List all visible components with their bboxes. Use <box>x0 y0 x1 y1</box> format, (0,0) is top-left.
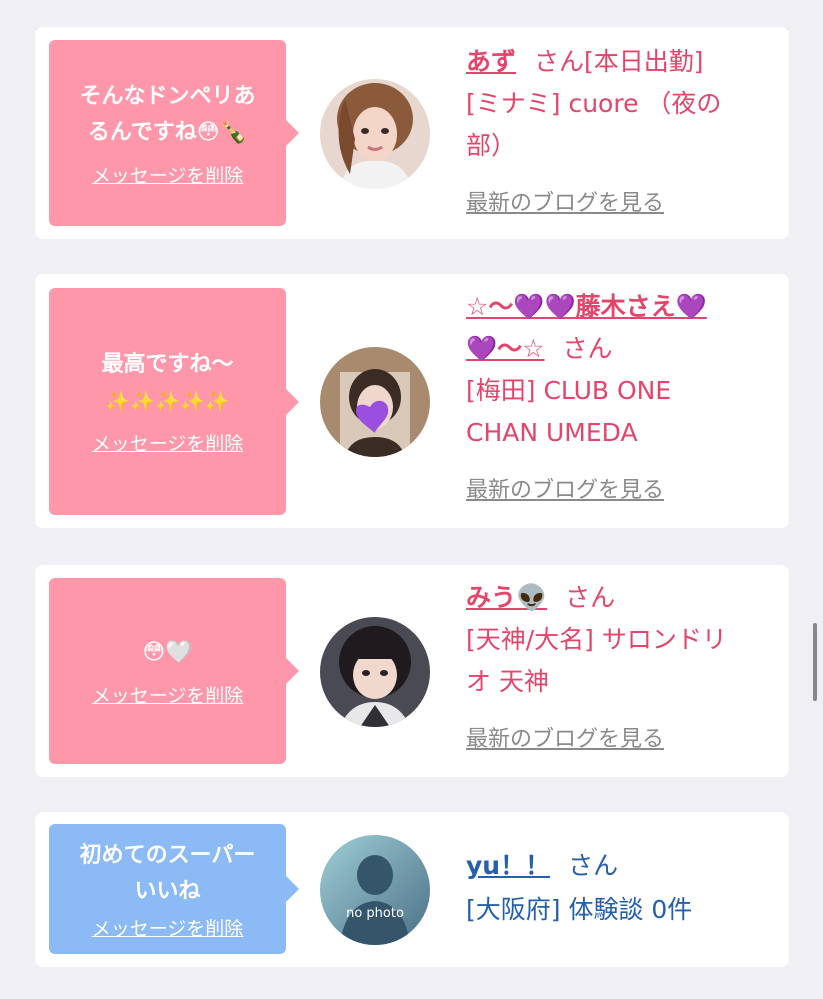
message-bubble: そんなドンペリあ るんですね😳🍾 メッセージを削除 <box>49 40 299 226</box>
avatar[interactable] <box>320 347 430 457</box>
avatar[interactable] <box>320 617 430 727</box>
cast-name-link[interactable]: あず <box>466 47 516 76</box>
cast-info: あず さん[本日出勤] [ミナミ] cuore （夜の 部） 最新のブログを見る <box>466 41 776 217</box>
shop-name: [梅田] CLUB ONE CHAN UMEDA <box>466 376 672 447</box>
delete-message-link[interactable]: メッセージを削除 <box>92 161 244 188</box>
message-text: そんなドンペリあ るんですね😳🍾 <box>79 83 256 145</box>
message-text: 最高ですね〜 ✨✨✨✨✨ <box>101 352 234 413</box>
cast-info: yu！！ さん [大阪府] 体験談 0件 <box>466 845 776 931</box>
message-bubble: 最高ですね〜 ✨✨✨✨✨ メッセージを削除 <box>49 288 299 515</box>
user-name-link[interactable]: yu！！ <box>466 851 550 880</box>
scrollbar[interactable] <box>813 623 817 701</box>
avatar[interactable] <box>320 79 430 189</box>
message-bubble: 初めてのスーパー いいね メッセージを削除 <box>49 824 299 954</box>
cast-name-link[interactable]: みう👽 <box>466 583 547 612</box>
latest-blog-link[interactable]: 最新のブログを見る <box>466 185 776 217</box>
latest-blog-link[interactable]: 最新のブログを見る <box>466 472 776 504</box>
message-text: 😳🤍 <box>142 639 193 665</box>
cast-info: ☆〜💜💜藤木さえ💜 💜〜☆ さん [梅田] CLUB ONE CHAN UMEDA … <box>466 286 776 504</box>
avatar[interactable]: no photo <box>320 835 430 945</box>
san-label: さん <box>562 334 613 363</box>
san-label: さん[本日出勤] <box>534 47 704 76</box>
shop-name: [ミナミ] cuore （夜の 部） <box>466 89 722 160</box>
notification-card-2: 最高ですね〜 ✨✨✨✨✨ メッセージを削除 ☆〜💜💜藤木さえ💜 💜〜☆ さん [梅田… <box>35 274 789 528</box>
no-photo-label: no photo <box>346 906 404 921</box>
latest-blog-link[interactable]: 最新のブログを見る <box>466 721 776 753</box>
notification-card-1: そんなドンペリあ るんですね😳🍾 メッセージを削除 あず さん[本日出勤] [ミナ… <box>35 27 789 239</box>
san-label: さん <box>568 851 619 880</box>
notification-card-3: 😳🤍 メッセージを削除 みう👽 さん [天神/大名] サロンドリ オ 天神 最新の… <box>35 565 789 777</box>
shop-name: [天神/大名] サロンドリ オ 天神 <box>466 625 727 696</box>
cast-info: みう👽 さん [天神/大名] サロンドリ オ 天神 最新のブログを見る <box>466 577 776 753</box>
delete-message-link[interactable]: メッセージを削除 <box>92 429 244 456</box>
user-area-reviews: [大阪府] 体験談 0件 <box>466 895 693 924</box>
delete-message-link[interactable]: メッセージを削除 <box>92 914 244 941</box>
san-label: さん <box>565 583 616 612</box>
notification-card-4: 初めてのスーパー いいね メッセージを削除 no photo yu！！ さん [大… <box>35 812 789 967</box>
message-text: 初めてのスーパー いいね <box>79 842 256 904</box>
message-bubble: 😳🤍 メッセージを削除 <box>49 578 299 764</box>
delete-message-link[interactable]: メッセージを削除 <box>92 681 244 708</box>
